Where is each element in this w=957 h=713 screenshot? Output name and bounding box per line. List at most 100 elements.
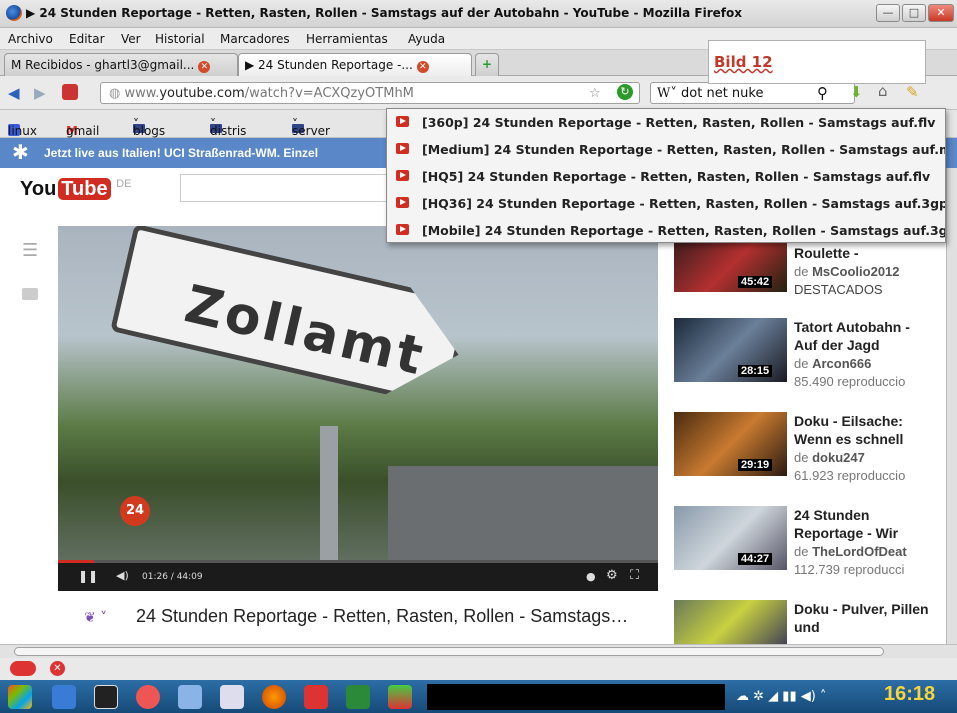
guide-menu-icon[interactable]: ☰ [22,240,38,261]
menu-item-label: [HQ36] 24 Stunden Reportage - Retten, Ra… [422,196,945,211]
forward-icon[interactable]: ▶ [34,84,46,102]
minimize-button[interactable]: — [876,4,900,22]
menu-item-medium[interactable]: [Medium] 24 Stunden Reportage - Retten, … [387,136,945,162]
related-video-channel[interactable]: Arcon666 [812,356,871,371]
menu-editar[interactable]: Editar [69,32,105,46]
binoculars-icon[interactable]: ⚲ [817,84,828,102]
download-arrow-icon[interactable]: ⬇ [850,83,863,101]
horizontal-scrollbar[interactable] [0,644,957,658]
related-video-meta: DESTACADOS [794,282,883,297]
scrollbar-thumb[interactable] [14,647,884,656]
menu-herramientas[interactable]: Herramientas [306,32,388,46]
url-path: /watch?v=ACXQzyOTMhM [244,86,414,101]
youtube-play-icon [396,143,409,154]
bookmark-folder-distris[interactable]: distris ˅ [210,117,246,138]
figure-label: Bild 12 [708,40,926,84]
youtube-logo[interactable]: You Tube DE [20,178,131,201]
calculator-icon[interactable] [346,685,370,709]
new-tab-button[interactable]: + [475,53,499,76]
menu-item-hq5[interactable]: [HQ5] 24 Stunden Reportage - Retten, Ras… [387,163,945,189]
related-video-meta: 112.739 reproducci [794,562,905,577]
related-video[interactable]: 29:19 Doku - Eilsache: Wenn es schnell d… [674,412,944,492]
menu-historial[interactable]: Historial [155,32,205,46]
home-icon[interactable]: ⌂ [878,82,888,100]
info-icon[interactable]: ● [586,570,596,583]
clock[interactable]: 16:18 [884,683,935,706]
url-prefix: www. [124,86,160,101]
pause-icon[interactable]: ❚❚ [78,569,98,583]
fullscreen-icon[interactable]: ⛶ [630,568,639,583]
menu-item-label: [Mobile] 24 Stunden Reportage - Retten, … [422,223,945,238]
bookmark-gmail-label: gmail [66,124,100,138]
menu-item-hq36[interactable]: [HQ36] 24 Stunden Reportage - Retten, Ra… [387,190,945,216]
related-video-channel[interactable]: TheLordOfDeat [812,544,907,559]
share-icon[interactable]: ❦ ˅ [84,610,107,626]
menu-archivo[interactable]: Archivo [8,32,53,46]
youtube-play-icon [396,197,409,208]
menu-ayuda[interactable]: Ayuda [408,32,445,46]
taskbar: ☁ ✲ ◢ ▮▮ ◀) ˄ 16:18 [0,680,957,713]
youtube-search-input[interactable] [180,174,400,202]
addon-pen-icon[interactable]: ✎ [906,83,919,101]
subscriptions-icon[interactable] [22,288,38,300]
window-titlebar: ▶ 24 Stunden Reportage - Retten, Rasten,… [0,0,957,28]
redacted-area [427,684,725,710]
status-bar: ✕ [0,658,957,680]
bookmark-star-icon[interactable]: ☆ [589,86,601,101]
vertical-scrollbar[interactable] [946,168,957,644]
related-video-channel[interactable]: doku247 [812,450,865,465]
reload-icon[interactable]: ↻ [617,84,633,100]
dropdown-arrow-icon: ˅ [670,86,682,101]
related-video[interactable]: Doku - Pulver, Pillen und [674,600,944,644]
start-menu-icon[interactable] [8,685,32,709]
bookmark-folder-blogs[interactable]: blogs ˅ [133,117,165,138]
addon-status-icon[interactable] [10,661,36,676]
url-bar[interactable]: ◍ www.youtube.com/watch?v=ACXQzyOTMhM ☆ … [100,82,640,104]
url-host: youtube.com [159,86,245,101]
menu-item-label: [360p] 24 Stunden Reportage - Retten, Ra… [422,115,936,130]
home-folder-icon[interactable] [136,685,160,709]
menu-item-mobile[interactable]: [Mobile] 24 Stunden Reportage - Retten, … [387,217,945,243]
menu-item-360p[interactable]: [360p] 24 Stunden Reportage - Retten, Ra… [387,109,945,135]
live-banner-text: Jetzt live aus Italien! UCI Straßenrad-W… [44,146,319,160]
terminal-icon[interactable] [94,685,118,709]
logo-you: You [20,178,57,200]
by-prefix: de [794,356,809,371]
close-tab-icon[interactable]: ✕ [198,61,211,73]
video-duration: 44:27 [738,553,773,565]
related-video-channel[interactable]: MsCoolio2012 [812,264,899,279]
menu-marcadores[interactable]: Marcadores [220,32,290,46]
search-input[interactable]: dot net nuke [681,86,763,101]
menu-ver[interactable]: Ver [121,32,141,46]
tab-gmail[interactable]: M Recibidos - ghartl3@gmail... ✕ [4,53,238,76]
maximize-button[interactable]: □ [902,4,926,22]
related-video[interactable]: 28:15 Tatort Autobahn - Auf der Jagd de … [674,318,944,398]
related-video-title: Doku - Pulver, Pillen und [794,601,929,635]
stop-icon[interactable]: ✕ [50,661,65,676]
addon-icon[interactable] [62,84,78,100]
video-thumbnail: 45:42 [674,240,787,292]
tray-icons[interactable]: ☁ ✲ ◢ ▮▮ ◀) ˄ [736,689,826,704]
close-window-button[interactable]: ✕ [928,4,954,22]
video-time: 01:26 / 44:09 [142,572,203,582]
bookmark-folder-server[interactable]: server ˅ [292,117,330,138]
youtube-play-icon [396,170,409,181]
writer-icon[interactable] [178,685,202,709]
video-controls: ❚❚ ◀) 01:26 / 44:09 ● ⚙ ⛶ [58,563,658,591]
search-engine-icon[interactable]: W [657,86,670,101]
editor-icon[interactable] [220,685,244,709]
download-manager-icon[interactable] [388,685,412,709]
close-tab-icon[interactable]: ✕ [416,61,429,73]
settings-gear-icon[interactable]: ⚙ [606,568,618,583]
related-video[interactable]: 44:27 24 Stunden Reportage - Wir de TheL… [674,506,944,586]
volume-icon[interactable]: ◀) [116,569,129,582]
back-icon[interactable]: ◀ [8,84,20,102]
firefox-taskbar-icon[interactable] [262,685,286,709]
desktop-icon[interactable] [52,685,76,709]
tab-youtube[interactable]: ▶ 24 Stunden Reportage -... ✕ [238,53,472,76]
video-duration: 29:19 [738,459,773,471]
calendar-icon[interactable] [304,685,328,709]
video-thumbnail: 44:27 [674,506,787,570]
video-player[interactable]: Zollamt 24 [58,226,658,591]
tab-gmail-label: M Recibidos - ghartl3@gmail... [11,58,195,72]
